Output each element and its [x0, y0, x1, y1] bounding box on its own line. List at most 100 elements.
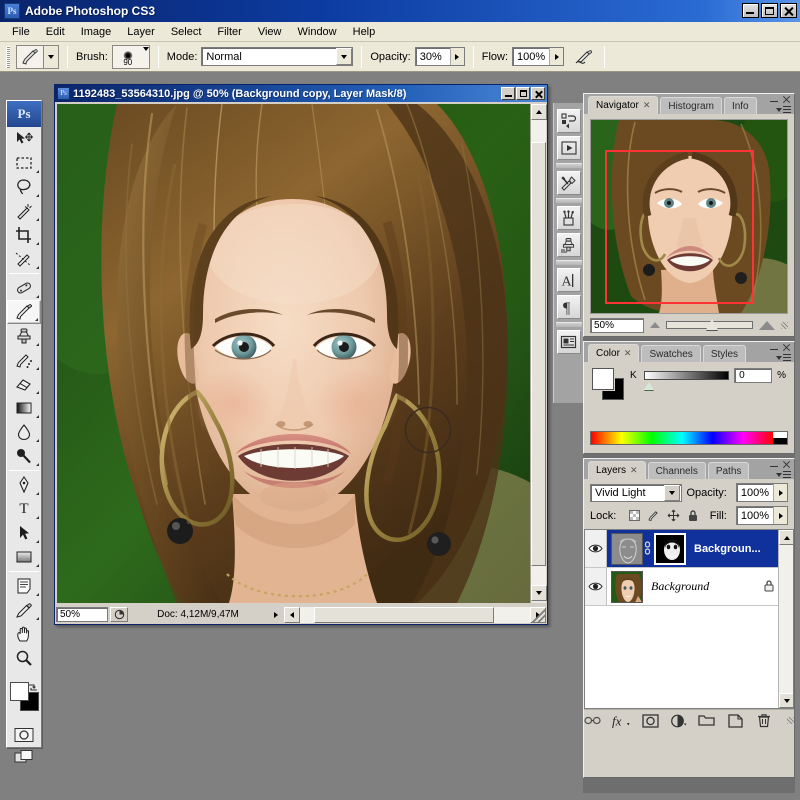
tool-move[interactable]	[7, 127, 41, 151]
layer-mask-thumbnail[interactable]	[654, 532, 686, 565]
navigator-thumbnail[interactable]	[590, 119, 788, 314]
zoom-out-icon[interactable]	[650, 322, 660, 328]
document-title-bar[interactable]: Ps 1192483_53564310.jpg @ 50% (Backgroun…	[55, 85, 547, 102]
layer-name[interactable]: Backgroun...	[694, 543, 761, 555]
tool-slice[interactable]	[7, 247, 41, 271]
layer-list-scrollbar[interactable]	[778, 530, 793, 708]
tool-healing-brush[interactable]	[7, 276, 41, 300]
table-row[interactable]: Background	[585, 568, 793, 606]
close-icon[interactable]: ✕	[643, 100, 651, 111]
current-tool-preset-picker[interactable]	[16, 44, 59, 69]
panel-menu-icon[interactable]	[776, 471, 791, 478]
tool-presets-panel-icon[interactable]	[556, 171, 581, 195]
link-icon[interactable]	[643, 540, 652, 557]
tab-navigator[interactable]: Navigator ✕	[588, 96, 659, 114]
brush-preset-dropdown[interactable]	[142, 46, 149, 63]
menu-window[interactable]: Window	[290, 24, 345, 40]
spectrum-gradient[interactable]	[591, 432, 773, 444]
layer-visibility-toggle[interactable]	[585, 530, 607, 567]
tool-notes[interactable]	[7, 574, 41, 598]
new-group-icon[interactable]	[698, 713, 715, 729]
tool-dodge[interactable]	[7, 444, 41, 468]
blend-mode-select[interactable]: Normal	[201, 47, 354, 66]
minimize-icon[interactable]	[770, 461, 778, 468]
brush-preset-picker[interactable]: 90	[111, 44, 150, 69]
layers-opacity-arrow[interactable]	[773, 484, 787, 501]
tool-rectangle-shape[interactable]	[7, 545, 41, 569]
menu-file[interactable]: File	[4, 24, 38, 40]
screen-mode-icon[interactable]	[7, 746, 41, 768]
flow-slider-arrow[interactable]	[549, 48, 564, 65]
navigator-resize-grip[interactable]	[781, 321, 788, 329]
tab-histogram[interactable]: Histogram	[660, 97, 722, 114]
layer-blend-mode-select[interactable]: Vivid Light	[590, 483, 682, 502]
navigator-view-box[interactable]	[605, 150, 754, 304]
tool-lasso[interactable]	[7, 175, 41, 199]
layer-scroll-down-button[interactable]	[779, 693, 793, 708]
tab-paths[interactable]: Paths	[707, 462, 750, 479]
menu-layer[interactable]: Layer	[119, 24, 163, 40]
menu-view[interactable]: View	[250, 24, 290, 40]
tool-crop[interactable]	[7, 223, 41, 247]
tool-gradient[interactable]	[7, 396, 41, 420]
tab-styles[interactable]: Styles	[702, 345, 747, 362]
tool-magic-wand[interactable]	[7, 199, 41, 223]
delete-layer-icon[interactable]	[755, 713, 772, 729]
foreground-color-swatch[interactable]	[10, 682, 29, 701]
layers-fill-arrow[interactable]	[773, 507, 787, 524]
tool-hand[interactable]	[7, 622, 41, 646]
panel-menu-icon[interactable]	[776, 354, 791, 361]
menu-filter[interactable]: Filter	[209, 24, 249, 40]
options-bar-grip[interactable]	[6, 45, 10, 68]
zoom-in-icon[interactable]	[759, 320, 775, 330]
tool-brush[interactable]	[7, 300, 41, 324]
zoom-slider-handle[interactable]	[706, 319, 719, 330]
close-icon[interactable]: ✕	[630, 465, 638, 476]
color-swatches[interactable]	[7, 680, 41, 714]
close-icon[interactable]	[782, 95, 791, 104]
close-icon[interactable]	[782, 343, 791, 352]
tab-color[interactable]: Color ✕	[588, 344, 640, 362]
lock-transparent-pixels-icon[interactable]	[629, 510, 641, 521]
vertical-scroll-thumb[interactable]	[531, 142, 546, 566]
close-icon[interactable]	[782, 460, 791, 469]
k-channel-slider[interactable]	[644, 371, 730, 390]
document-maximize-button[interactable]	[516, 87, 530, 100]
white-black-swatches[interactable]	[773, 432, 787, 444]
close-icon[interactable]: ✕	[624, 348, 632, 359]
layer-thumbnail[interactable]	[611, 532, 643, 565]
tool-zoom[interactable]	[7, 646, 41, 670]
layer-name[interactable]: Background	[651, 579, 709, 594]
tool-rectangular-marquee[interactable]	[7, 151, 41, 175]
character-panel-icon[interactable]: A	[556, 268, 581, 292]
link-layers-icon[interactable]	[584, 713, 601, 729]
layers-panel-resize-grip[interactable]	[787, 717, 794, 724]
color-spectrum-ramp[interactable]	[590, 431, 788, 445]
layer-comps-panel-icon[interactable]	[556, 330, 581, 354]
k-slider-handle[interactable]	[644, 382, 654, 390]
window-close-button[interactable]	[780, 3, 797, 18]
new-layer-icon[interactable]	[727, 713, 744, 729]
tool-type[interactable]: T	[7, 497, 41, 521]
document-resize-grip[interactable]	[532, 609, 546, 623]
layer-thumbnail[interactable]	[611, 570, 643, 603]
tool-history-brush[interactable]	[7, 348, 41, 372]
navigator-zoom-input[interactable]: 50%	[590, 317, 644, 333]
menu-edit[interactable]: Edit	[38, 24, 73, 40]
layer-scroll-up-button[interactable]	[779, 530, 793, 545]
flow-input[interactable]: 100%	[512, 47, 565, 66]
menu-help[interactable]: Help	[345, 24, 384, 40]
window-maximize-button[interactable]	[761, 3, 778, 18]
history-panel-icon[interactable]	[556, 109, 581, 133]
chevron-down-icon[interactable]	[663, 484, 680, 501]
document-vertical-scrollbar[interactable]	[530, 104, 547, 603]
tab-channels[interactable]: Channels	[647, 462, 706, 479]
new-adjustment-layer-icon[interactable]	[670, 713, 687, 729]
paragraph-panel-icon[interactable]: ¶	[556, 295, 581, 319]
tab-info[interactable]: Info	[723, 97, 757, 114]
layer-list[interactable]: Backgroun... Background	[584, 529, 794, 709]
menu-select[interactable]: Select	[163, 24, 210, 40]
layer-visibility-toggle[interactable]	[585, 568, 607, 605]
layers-fill-input[interactable]: 100%	[735, 506, 788, 525]
document-zoom-input[interactable]: 50%	[56, 607, 108, 622]
